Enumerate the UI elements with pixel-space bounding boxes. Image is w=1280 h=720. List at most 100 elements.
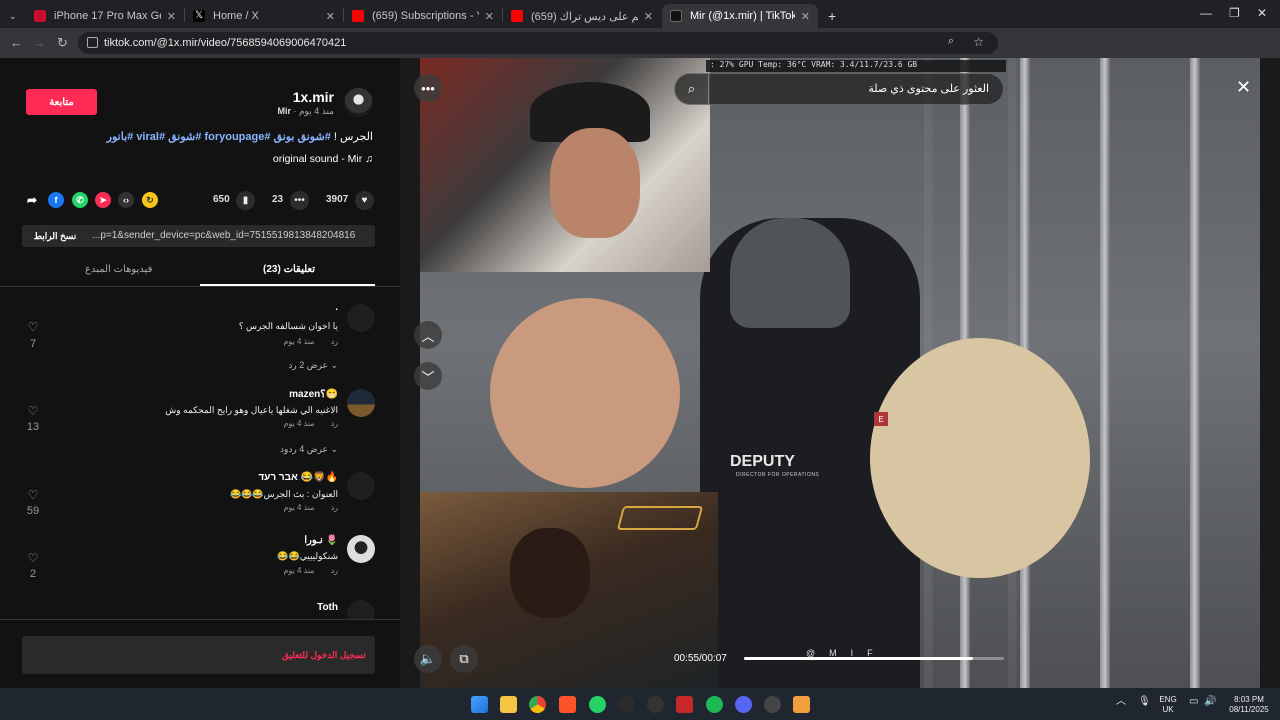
minimize-icon[interactable]: — — [1200, 6, 1212, 20]
more-options-icon[interactable]: ••• — [414, 74, 442, 102]
author-avatar[interactable] — [344, 88, 373, 117]
next-video-chevron-down-icon[interactable]: ﹀ — [414, 362, 442, 390]
video-blonde-character — [870, 338, 1090, 578]
related-search-bar[interactable]: ⌕ العثور على محتوى ذي صلة — [674, 73, 1004, 105]
microphone-icon[interactable]: 🎙 — [1138, 697, 1151, 707]
site-info-icon[interactable] — [87, 37, 98, 48]
address-bar[interactable]: tiktok.com/@1x.mir/video/756859406900647… — [78, 32, 998, 54]
reply-link[interactable]: رد — [331, 503, 338, 512]
deputy-subtext: DIRECTOR FOR OPERATIONS — [736, 472, 820, 478]
commenter-name[interactable]: אבר רעד 😂🦁🔥 — [258, 472, 338, 483]
repost-icon[interactable]: ↻ — [142, 192, 158, 208]
comment-text: يا اخوان شسالفه الجرس ؟ — [238, 321, 338, 331]
facebook-icon[interactable]: f — [48, 192, 64, 208]
commenter-avatar[interactable] — [347, 472, 375, 500]
brave-icon[interactable] — [559, 696, 576, 713]
music-note-icon: ♫ — [365, 153, 373, 165]
commenter-name[interactable]: نـورا 🌷 — [304, 535, 338, 546]
post-side-panel: متابعة 1x.mir Mir · منذ 4 يوم الجرس ! #ش… — [0, 58, 400, 688]
commenter-name[interactable]: . — [335, 302, 338, 313]
close-tab-icon[interactable]: ✕ — [326, 10, 335, 23]
whatsapp-taskbar-icon[interactable] — [589, 696, 606, 713]
apple-store-favicon-icon — [34, 10, 46, 22]
view-replies-link[interactable]: عرض 2 رد ⌄ — [288, 360, 338, 371]
comment-bubble-icon[interactable]: ••• — [290, 191, 309, 210]
close-tab-icon[interactable]: ✕ — [485, 10, 494, 23]
bookmark-star-icon[interactable]: ☆ — [973, 35, 984, 49]
commenter-avatar[interactable] — [347, 389, 375, 417]
back-arrow-icon[interactable]: ← — [10, 35, 23, 50]
video-link-text[interactable]: ...p=1&sender_device=pc&web_id=751551981… — [92, 230, 370, 241]
heart-outline-icon[interactable]: ♡ — [26, 488, 40, 502]
heart-icon[interactable]: ♥ — [355, 191, 374, 210]
embed-code-icon[interactable]: ‹› — [118, 192, 134, 208]
chrome-icon[interactable] — [529, 696, 546, 713]
author-name[interactable]: 1x.mir — [293, 89, 334, 105]
zoom-icon[interactable]: ⌕ — [948, 35, 954, 48]
tab-iphone[interactable]: iPhone 17 Pro Max Get it now ✕ — [26, 4, 184, 28]
close-tab-icon[interactable]: ✕ — [167, 10, 176, 23]
tab-comments[interactable]: (23) تعليقات — [263, 264, 315, 275]
tab-youtube-subscriptions[interactable]: (659) Subscriptions - YouTube ✕ — [344, 4, 502, 28]
tab-youtube-reaction[interactable]: (659) رد فعل وائم على ديس تراك ✕ — [503, 4, 661, 28]
bookmark-icon[interactable]: ▮ — [236, 191, 255, 210]
send-to-friends-icon[interactable]: ➤ — [95, 192, 111, 208]
commenter-name[interactable]: mazen؟😁 — [289, 389, 338, 400]
comment-like-count: 7 — [29, 338, 37, 350]
search-icon[interactable]: ⌕ — [675, 74, 709, 104]
windows-start-icon[interactable] — [471, 696, 488, 713]
show-hidden-icons-chevron-up-icon[interactable]: ︿ — [1116, 697, 1126, 707]
app-orange-icon[interactable] — [793, 696, 810, 713]
picture-in-picture-icon[interactable]: ⧉ — [450, 645, 478, 673]
comment-meta: ردمنذ 4 يوم — [283, 337, 338, 346]
commenter-name[interactable]: Toth — [317, 602, 338, 613]
caption-hashtags[interactable]: #شونق بونق #foryoupage #شونق #viral #بان… — [107, 131, 331, 143]
login-to-comment-button[interactable]: تسجيل الدخول للتعليق — [22, 636, 375, 674]
close-tab-icon[interactable]: ✕ — [801, 10, 810, 23]
heart-outline-icon[interactable]: ♡ — [26, 404, 40, 418]
volume-icon[interactable]: 🔈 — [414, 645, 442, 673]
clock[interactable]: 8:03 PM 08/11/2025 — [1222, 695, 1276, 715]
playback-time: 00:55/00:07 — [674, 653, 727, 664]
youtube-icon — [511, 10, 523, 22]
close-video-icon[interactable]: ✕ — [1236, 77, 1251, 98]
app-circle-icon[interactable] — [647, 696, 664, 713]
reply-link[interactable]: رد — [331, 419, 338, 428]
browser-toolbar: ← → ↻ tiktok.com/@1x.mir/video/756859406… — [0, 28, 1280, 79]
share-arrow-icon[interactable]: ➦ — [24, 192, 40, 208]
view-replies-link[interactable]: عرض 4 ردود ⌄ — [280, 444, 338, 455]
file-explorer-icon[interactable] — [500, 696, 517, 713]
close-tab-icon[interactable]: ✕ — [644, 10, 653, 23]
reply-link[interactable]: رد — [331, 566, 338, 575]
tab-search-dropdown[interactable]: ⌄ — [4, 4, 26, 28]
heart-outline-icon[interactable]: ♡ — [26, 320, 40, 334]
follow-button[interactable]: متابعة — [26, 89, 97, 115]
commenter-avatar[interactable] — [347, 304, 375, 332]
close-window-icon[interactable]: ✕ — [1257, 6, 1267, 20]
previous-video-chevron-up-icon[interactable]: ︿ — [414, 321, 442, 349]
whatsapp-icon[interactable]: ✆ — [72, 192, 88, 208]
maximize-icon[interactable]: ❐ — [1229, 6, 1240, 20]
tab-tiktok-active[interactable]: Mir (@1x.mir) | TikTok ✕ — [662, 4, 818, 28]
spotify-icon[interactable] — [706, 696, 723, 713]
language-indicator[interactable]: ENG UK — [1157, 695, 1179, 715]
app-g-icon[interactable] — [618, 696, 635, 713]
reply-link[interactable]: رد — [331, 337, 338, 346]
deputy-text: DEPUTY — [730, 453, 795, 470]
reload-icon[interactable]: ↻ — [57, 35, 68, 51]
speaker-icon[interactable]: 🔊 — [1204, 697, 1216, 707]
heart-outline-icon[interactable]: ♡ — [26, 551, 40, 565]
video-player[interactable]: DEPUTY DIRECTOR FOR OPERATIONS E : 27% G… — [400, 58, 1280, 688]
comment-like-count: 59 — [26, 505, 40, 517]
network-icon[interactable]: ▭ — [1189, 697, 1198, 707]
app-red-icon[interactable] — [676, 696, 693, 713]
tab-x-home[interactable]: 𝕏 Home / X ✕ — [185, 4, 343, 28]
copy-link-button[interactable]: نسخ الرابط — [22, 225, 88, 247]
discord-icon[interactable] — [735, 696, 752, 713]
sound-link[interactable]: original sound - Mir ♫ — [273, 153, 373, 165]
new-tab-button[interactable]: + — [820, 4, 840, 28]
tab-creator-videos[interactable]: فيديوهات المبدع — [85, 264, 152, 275]
commenter-avatar[interactable] — [347, 535, 375, 563]
forward-arrow-icon[interactable]: → — [33, 35, 46, 50]
steam-icon[interactable] — [764, 696, 781, 713]
